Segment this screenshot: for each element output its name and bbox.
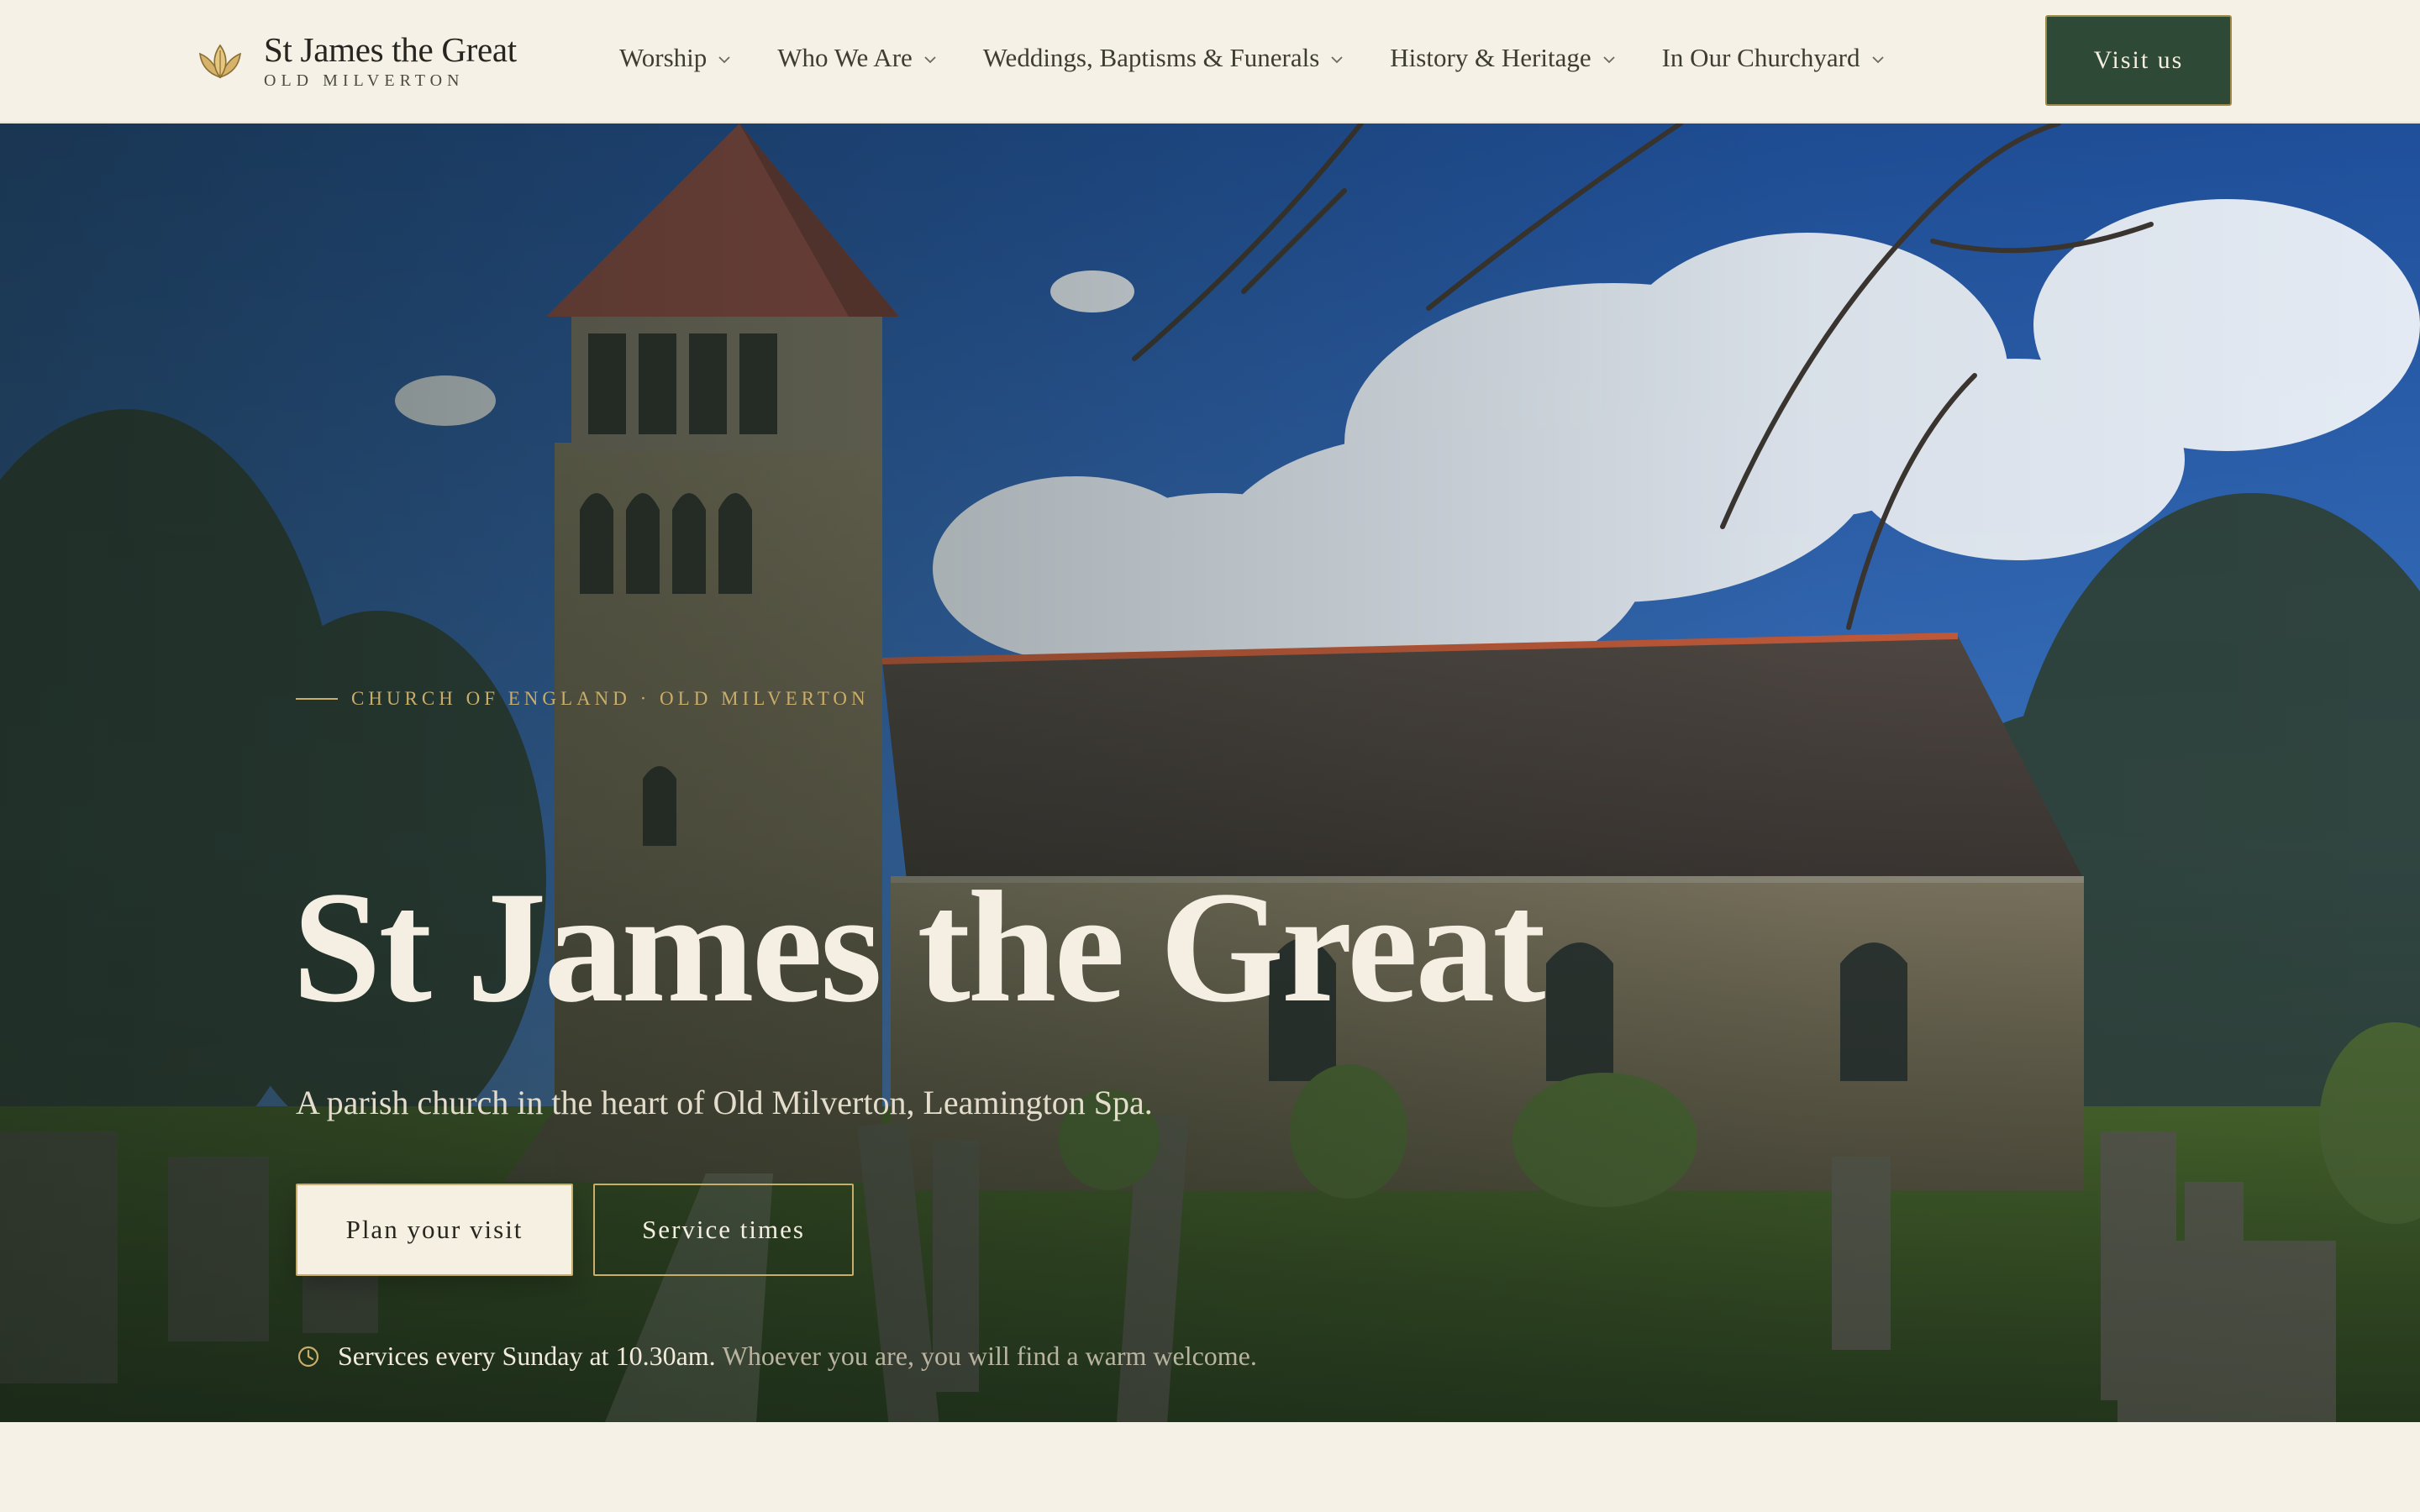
nav-item-label: Weddings, Baptisms & Funerals [982,43,1320,72]
eyebrow-text: CHURCH OF ENGLAND · OLD MILVERTON [351,688,870,709]
clock-icon [297,1346,319,1367]
welcome-text: Whoever you are, you will find a warm we… [722,1341,1257,1371]
service-times-button[interactable]: Service times [593,1184,854,1276]
brand-logo-link[interactable]: St James the Great OLD MILVERTON [195,32,517,91]
nav-item-weddings-baptisms-funerals[interactable]: Weddings, Baptisms & Funerals [983,43,1345,73]
lotus-leaf-logo-icon [199,44,241,79]
nav-item-label: Worship [619,43,708,72]
plan-your-visit-button[interactable]: Plan your visit [296,1184,573,1276]
nav-item-worship[interactable]: Worship [619,43,732,73]
nav-item-label: Who We Are [777,43,913,72]
chevron-down-icon [1602,56,1615,64]
service-notice: Services every Sunday at 10.30am. Whoeve… [296,1341,1257,1372]
chevron-down-icon [1331,56,1343,64]
chevron-down-icon [924,56,936,64]
main-nav: Worship Who We Are Weddings, Baptisms & … [619,37,1886,79]
nav-item-label: In Our Churchyard [1661,43,1860,72]
eyebrow-rule [296,698,338,700]
nav-item-in-our-churchyard[interactable]: In Our Churchyard [1662,43,1886,73]
hero-title: St James the Great [292,859,1546,1036]
hero-section: CHURCH OF ENGLAND · OLD MILVERTON St Jam… [0,123,2420,1422]
service-time-text: Services every Sunday at 10.30am. [338,1341,716,1371]
visit-us-button[interactable]: Visit us [2045,15,2232,106]
page-section-below [0,1422,2420,1512]
chevron-down-icon [1871,56,1884,64]
hero-eyebrow: CHURCH OF ENGLAND · OLD MILVERTON [296,688,870,710]
nav-item-history-heritage[interactable]: History & Heritage [1390,43,1616,73]
hero-subtitle: A parish church in the heart of Old Milv… [296,1084,1153,1121]
nav-item-label: History & Heritage [1390,43,1591,72]
brand-name: St James the Great [264,29,517,69]
nav-item-who-we-are[interactable]: Who We Are [777,43,938,73]
site-header: St James the Great OLD MILVERTON Worship… [0,0,2420,123]
chevron-down-icon [718,56,730,64]
brand-subtitle: OLD MILVERTON [264,71,465,90]
